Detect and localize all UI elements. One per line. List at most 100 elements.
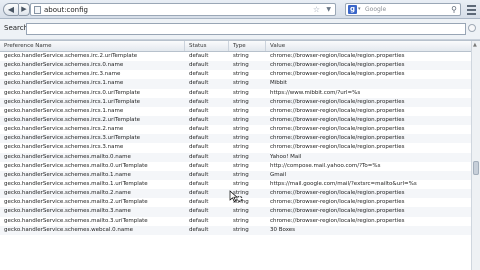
- clear-filter-icon[interactable]: [468, 24, 476, 32]
- pref-status-cell: default: [189, 126, 209, 133]
- pref-name-cell: gecko.handlerService.schemes.mailto.0.na…: [4, 153, 131, 160]
- back-arrow-icon: ◀: [7, 5, 15, 14]
- pref-name-cell: gecko.handlerService.schemes.ircs.1.uriT…: [4, 98, 141, 105]
- table-row[interactable]: gecko.handlerService.schemes.ircs.1.uriT…: [0, 97, 471, 107]
- search-placeholder: Google: [365, 6, 387, 13]
- table-row[interactable]: gecko.handlerService.schemes.ircs.0.uriT…: [0, 89, 471, 98]
- table-row[interactable]: gecko.handlerService.schemes.ircs.3.uriT…: [0, 134, 471, 144]
- address-text: about:config: [44, 6, 88, 14]
- pref-status-cell: default: [189, 135, 209, 142]
- address-bar[interactable]: about:config ☆ ▼: [30, 3, 336, 16]
- pref-type-cell: string: [233, 217, 249, 224]
- table-body: gecko.handlerService.schemes.irc.2.uriTe…: [0, 52, 471, 235]
- menu-icon[interactable]: [466, 3, 477, 16]
- pref-name-cell: gecko.handlerService.schemes.mailto.2.ur…: [4, 199, 148, 206]
- bookmark-star-icon[interactable]: ☆: [313, 4, 320, 15]
- column-header-name[interactable]: Preference Name: [0, 41, 185, 51]
- table-row[interactable]: gecko.handlerService.schemes.mailto.1.ur…: [0, 180, 471, 189]
- pref-value-cell: chrome://browser-region/locale/region.pr…: [270, 208, 405, 215]
- vertical-scrollbar[interactable]: ▲: [471, 41, 480, 270]
- pref-type-cell: string: [233, 116, 249, 123]
- table-row[interactable]: gecko.handlerService.schemes.ircs.2.name…: [0, 125, 471, 134]
- back-button[interactable]: ◀: [3, 3, 19, 16]
- column-header-value[interactable]: Value: [266, 41, 471, 51]
- pref-value-cell: https://mail.google.com/mail/?extsrc=mai…: [270, 180, 417, 187]
- pref-value-cell: chrome://browser-region/locale/region.pr…: [270, 107, 405, 114]
- pref-status-cell: default: [189, 217, 209, 224]
- pref-type-cell: string: [233, 53, 249, 59]
- pref-value-cell: chrome://browser-region/locale/region.pr…: [270, 126, 405, 133]
- pref-status-cell: default: [189, 89, 209, 96]
- pref-value-cell: chrome://browser-region/locale/region.pr…: [270, 217, 405, 224]
- pref-type-cell: string: [233, 162, 249, 169]
- table-row[interactable]: gecko.handlerService.schemes.ircs.2.uriT…: [0, 115, 471, 126]
- pref-value-cell: Yahoo! Mail: [270, 153, 302, 160]
- pref-value-cell: chrome://browser-region/locale/region.pr…: [270, 98, 405, 105]
- column-header-status[interactable]: Status: [185, 41, 229, 51]
- pref-value-cell: Gmail: [270, 171, 287, 178]
- pref-value-cell: 30 Boxes: [270, 226, 296, 233]
- pref-type-cell: string: [233, 144, 249, 151]
- pref-type-cell: string: [233, 171, 249, 178]
- pref-status-cell: default: [189, 199, 209, 206]
- pref-status-cell: default: [189, 98, 209, 105]
- pref-status-cell: default: [189, 162, 209, 169]
- pref-type-cell: string: [233, 126, 249, 133]
- pref-value-cell: chrome://browser-region/locale/region.pr…: [270, 144, 405, 151]
- pref-value-cell: chrome://browser-region/locale/region.pr…: [270, 135, 405, 142]
- table-row[interactable]: gecko.handlerService.schemes.webcal.0.na…: [0, 225, 471, 235]
- pref-status-cell: default: [189, 208, 209, 215]
- pref-status-cell: default: [189, 116, 209, 123]
- table-row[interactable]: gecko.handlerService.schemes.mailto.0.ur…: [0, 162, 471, 171]
- table-row[interactable]: gecko.handlerService.schemes.mailto.1.na…: [0, 170, 471, 180]
- pref-name-cell: gecko.handlerService.schemes.irc.2.uriTe…: [4, 53, 138, 59]
- pref-name-cell: gecko.handlerService.schemes.mailto.2.na…: [4, 190, 131, 197]
- scroll-thumb[interactable]: [473, 161, 479, 175]
- pref-name-cell: gecko.handlerService.schemes.ircs.1.name: [4, 107, 124, 114]
- pref-name-cell: gecko.handlerService.schemes.mailto.1.ur…: [4, 180, 148, 187]
- pref-value-cell: chrome://browser-region/locale/region.pr…: [270, 53, 405, 59]
- table-row[interactable]: gecko.handlerService.schemes.ircs.3.name…: [0, 143, 471, 152]
- pref-name-cell: gecko.handlerService.schemes.webcal.0.na…: [4, 226, 133, 233]
- preferences-table: Preference Name Status Type Value gecko.…: [0, 40, 480, 270]
- pref-status-cell: default: [189, 226, 209, 233]
- pref-status-cell: default: [189, 53, 209, 59]
- table-row[interactable]: gecko.handlerService.schemes.mailto.3.na…: [0, 207, 471, 217]
- column-header-type[interactable]: Type: [229, 41, 266, 51]
- search-box[interactable]: g ▾ Google ⚲: [345, 3, 461, 16]
- pref-name-cell: gecko.handlerService.schemes.ircs.0.uriT…: [4, 89, 141, 96]
- table-row[interactable]: gecko.handlerService.schemes.ircs.1.name…: [0, 107, 471, 116]
- page-icon: [34, 6, 41, 14]
- pref-value-cell: chrome://browser-region/locale/region.pr…: [270, 190, 405, 197]
- table-row[interactable]: gecko.handlerService.schemes.mailto.0.na…: [0, 152, 471, 162]
- pref-type-cell: string: [233, 80, 249, 87]
- pref-name-cell: gecko.handlerService.schemes.mailto.3.ur…: [4, 217, 148, 224]
- pref-name-cell: gecko.handlerService.schemes.ircs.0.name: [4, 62, 124, 69]
- table-row[interactable]: gecko.handlerService.schemes.mailto.3.ur…: [0, 217, 471, 226]
- forward-arrow-icon: ▶: [21, 5, 27, 13]
- table-row[interactable]: gecko.handlerService.schemes.irc.2.uriTe…: [0, 52, 471, 61]
- forward-button[interactable]: ▶: [19, 3, 30, 16]
- engine-dropdown-icon[interactable]: ▾: [358, 4, 361, 15]
- pref-status-cell: default: [189, 80, 209, 87]
- pref-type-cell: string: [233, 226, 249, 233]
- filter-input[interactable]: [26, 23, 466, 35]
- pref-status-cell: default: [189, 62, 209, 69]
- pref-status-cell: default: [189, 107, 209, 114]
- pref-value-cell: chrome://browser-region/locale/region.pr…: [270, 116, 405, 123]
- magnifier-icon[interactable]: ⚲: [451, 4, 457, 15]
- pref-name-cell: gecko.handlerService.schemes.ircs.3.uriT…: [4, 135, 141, 142]
- pref-value-cell: chrome://browser-region/locale/region.pr…: [270, 62, 405, 69]
- table-row[interactable]: gecko.handlerService.schemes.ircs.1.name…: [0, 79, 471, 89]
- pref-type-cell: string: [233, 180, 249, 187]
- google-icon[interactable]: g: [348, 5, 357, 14]
- table-row[interactable]: gecko.handlerService.schemes.irc.3.name d…: [0, 70, 471, 79]
- busy-cursor-icon: [229, 190, 243, 203]
- table-row[interactable]: gecko.handlerService.schemes.ircs.0.name…: [0, 61, 471, 71]
- pref-status-cell: default: [189, 180, 209, 187]
- scroll-up-icon[interactable]: ▲: [473, 42, 477, 48]
- pref-name-cell: gecko.handlerService.schemes.ircs.1.name: [4, 80, 124, 87]
- pref-name-cell: gecko.handlerService.schemes.mailto.1.na…: [4, 171, 131, 178]
- history-dropdown-icon[interactable]: ▼: [326, 4, 331, 15]
- pref-value-cell: https://www.mibbit.com/?url=%s: [270, 89, 361, 96]
